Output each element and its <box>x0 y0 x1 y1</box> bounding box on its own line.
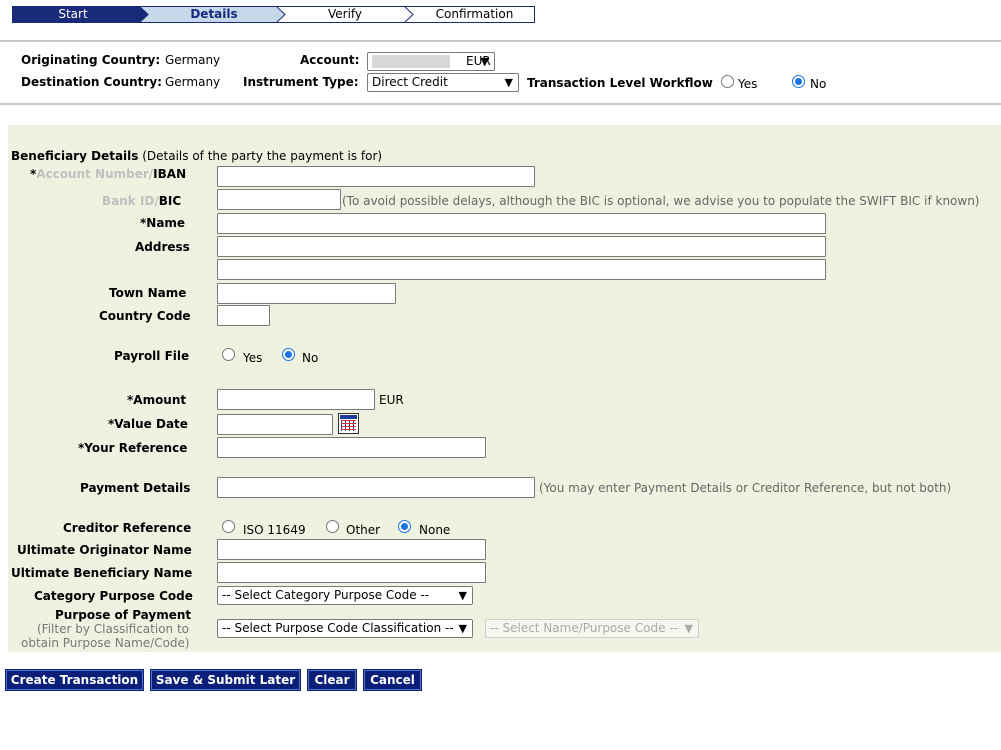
bank-id-label: Bank ID/ <box>102 194 159 208</box>
purpose-name-value: -- Select Name/Purpose Code -- <box>490 621 678 635</box>
creditor-iso-radio[interactable] <box>222 520 235 533</box>
payment-details-note: (You may enter Payment Details or Credit… <box>539 481 952 495</box>
amount-label: *Amount <box>127 393 187 407</box>
your-reference-label: *Your Reference <box>78 441 188 455</box>
step-details: Details <box>190 7 238 21</box>
ultimate-beneficiary-label: Ultimate Beneficiary Name <box>11 566 193 580</box>
beneficiary-section-subtitle: (Details of the party the payment is for… <box>142 149 383 163</box>
workflow-label: Transaction Level Workflow <box>527 76 713 90</box>
creditor-other-radio[interactable] <box>326 520 339 533</box>
name-input[interactable] <box>217 213 826 234</box>
purpose-classification-value: -- Select Purpose Code Classification -- <box>222 621 454 635</box>
masked-account-number <box>372 55 450 68</box>
bic-label: BIC <box>158 194 182 208</box>
instrument-type-select[interactable]: Direct Credit ▼ <box>367 73 519 92</box>
account-select[interactable]: EUR ▼ <box>367 52 495 71</box>
category-purpose-value: -- Select Category Purpose Code -- <box>222 588 430 602</box>
creditor-none-radio[interactable] <box>398 520 411 533</box>
beneficiary-section-title: Beneficiary Details <box>11 149 139 163</box>
payroll-no-radio[interactable] <box>282 348 295 361</box>
originating-country-value: Germany <box>165 53 221 67</box>
country-code-input[interactable] <box>217 305 270 326</box>
chevron-down-icon: ▼ <box>504 76 513 89</box>
chevron-down-icon: ▼ <box>458 622 467 635</box>
beneficiary-section-heading: Beneficiary Details (Details of the part… <box>11 149 382 163</box>
creditor-reference-label: Creditor Reference <box>63 521 192 535</box>
payroll-yes-radio[interactable] <box>222 348 235 361</box>
progress-steps: Start Details Verify Confirmation <box>12 6 535 23</box>
category-purpose-select[interactable]: -- Select Category Purpose Code -- ▼ <box>217 586 473 605</box>
ultimate-originator-label: Ultimate Originator Name <box>17 543 192 557</box>
address-line-2-input[interactable] <box>217 259 826 280</box>
calendar-icon-grid <box>341 420 356 431</box>
address-line-1-input[interactable] <box>217 236 826 257</box>
originating-country-label: Originating Country: <box>21 53 161 67</box>
chevron-down-icon: ▼ <box>480 55 489 68</box>
payment-details-input[interactable] <box>217 477 535 498</box>
bic-note: (To avoid possible delays, although the … <box>342 194 980 208</box>
purpose-filter-note-1: (Filter by Classification to <box>37 622 190 636</box>
ultimate-beneficiary-input[interactable] <box>217 562 486 583</box>
purpose-filter-note-2: obtain Purpose Name/Code) <box>21 636 190 650</box>
save-submit-later-button[interactable]: Save & Submit Later <box>150 669 301 691</box>
category-purpose-label: Category Purpose Code <box>34 589 193 603</box>
creditor-other-label: Other <box>346 523 381 537</box>
header-divider-bottom <box>0 103 1001 105</box>
destination-country-label: Destination Country: <box>21 75 162 89</box>
amount-currency: EUR <box>379 393 404 407</box>
chevron-down-icon: ▼ <box>458 589 467 602</box>
instrument-type-value: Direct Credit <box>372 75 448 89</box>
purpose-of-payment-label: Purpose of Payment <box>55 608 192 622</box>
iban-label-group: *Account Number/IBAN <box>30 167 186 181</box>
ultimate-originator-input[interactable] <box>217 539 486 560</box>
payment-details-label: Payment Details <box>80 481 191 495</box>
calendar-icon[interactable] <box>338 413 359 434</box>
iban-input[interactable] <box>217 166 535 187</box>
chevron-down-icon: ▼ <box>684 622 693 635</box>
iban-label: IBAN <box>153 167 187 181</box>
town-name-label: Town Name <box>109 286 187 300</box>
payroll-yes-label: Yes <box>243 351 263 365</box>
account-number-label: Account Number/ <box>36 167 154 181</box>
value-date-input[interactable] <box>217 414 333 435</box>
step-confirmation: Confirmation <box>435 7 514 21</box>
workflow-no-label: No <box>810 77 827 91</box>
your-reference-input[interactable] <box>217 437 486 458</box>
workflow-yes-label: Yes <box>738 77 758 91</box>
country-code-label: Country Code <box>99 309 191 323</box>
value-date-label: *Value Date <box>108 417 188 431</box>
destination-country-value: Germany <box>165 75 221 89</box>
step-start: Start <box>58 7 88 21</box>
header-divider-top <box>0 40 1001 42</box>
purpose-classification-select[interactable]: -- Select Purpose Code Classification --… <box>217 619 473 638</box>
payroll-file-label: Payroll File <box>114 349 190 363</box>
step-verify: Verify <box>327 7 363 21</box>
address-label: Address <box>135 240 190 254</box>
workflow-yes-radio[interactable] <box>721 75 734 88</box>
town-name-input[interactable] <box>217 283 396 304</box>
purpose-name-select[interactable]: -- Select Name/Purpose Code -- ▼ <box>485 619 699 638</box>
payroll-no-label: No <box>302 351 319 365</box>
bic-input[interactable] <box>217 189 341 210</box>
calendar-icon-header <box>340 415 357 419</box>
account-label: Account: <box>300 53 360 67</box>
clear-button[interactable]: Clear <box>307 669 357 691</box>
create-transaction-button[interactable]: Create Transaction <box>5 669 144 691</box>
bic-label-group: Bank ID/BIC <box>102 194 181 208</box>
creditor-iso-label: ISO 11649 <box>243 523 306 537</box>
creditor-none-label: None <box>419 523 451 537</box>
cancel-button[interactable]: Cancel <box>363 669 422 691</box>
instrument-type-label: Instrument Type: <box>243 75 359 89</box>
name-label: *Name <box>140 216 186 230</box>
workflow-no-radio[interactable] <box>792 75 805 88</box>
amount-input[interactable] <box>217 389 375 410</box>
